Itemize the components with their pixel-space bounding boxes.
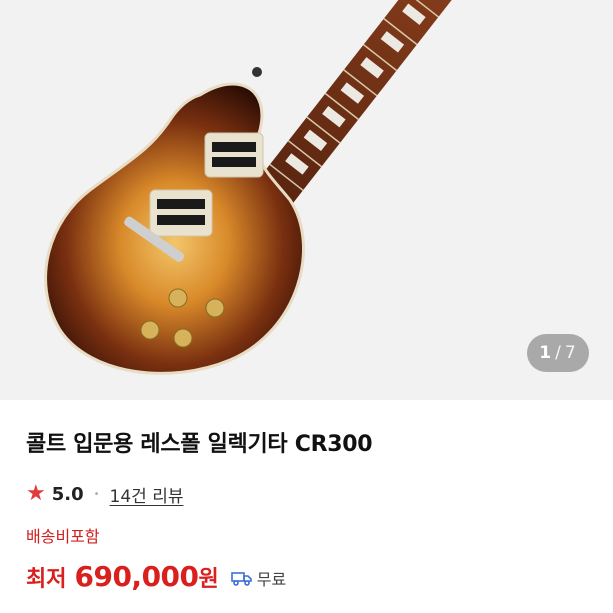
delivery-label: 무료 (256, 570, 287, 589)
shipping-included-note: 배송비포함 (26, 527, 100, 546)
rating-row: ★ 5.0 • 14건 리뷰 (26, 481, 587, 507)
image-page-indicator: 1 / 7 (527, 334, 589, 372)
review-count-link[interactable]: 14건 리뷰 (110, 482, 184, 507)
star-icon: ★ (26, 481, 46, 506)
delivery-info: 무료 (230, 566, 287, 590)
product-image (44, 0, 477, 375)
total-pages: 7 (564, 343, 577, 363)
product-title: 콜트 입문용 레스폴 일렉기타 CR300 (26, 432, 373, 457)
truck-icon (230, 572, 252, 586)
page-separator: / (555, 343, 562, 363)
product-info: 콜트 입문용 레스폴 일렉기타 CR300 ★ 5.0 • 14건 리뷰 배송비… (0, 400, 613, 593)
product-image-gallery[interactable]: 1 / 7 (0, 0, 613, 400)
price-value: 690,000 (74, 560, 199, 593)
price-prefix: 최저 (26, 567, 67, 592)
current-page: 1 (539, 343, 553, 363)
separator-dot: • (93, 488, 100, 500)
rating-score: 5.0 (51, 483, 84, 505)
price-row: 최저 690,000 원 무료 (26, 560, 587, 593)
price-unit: 원 (198, 567, 219, 592)
